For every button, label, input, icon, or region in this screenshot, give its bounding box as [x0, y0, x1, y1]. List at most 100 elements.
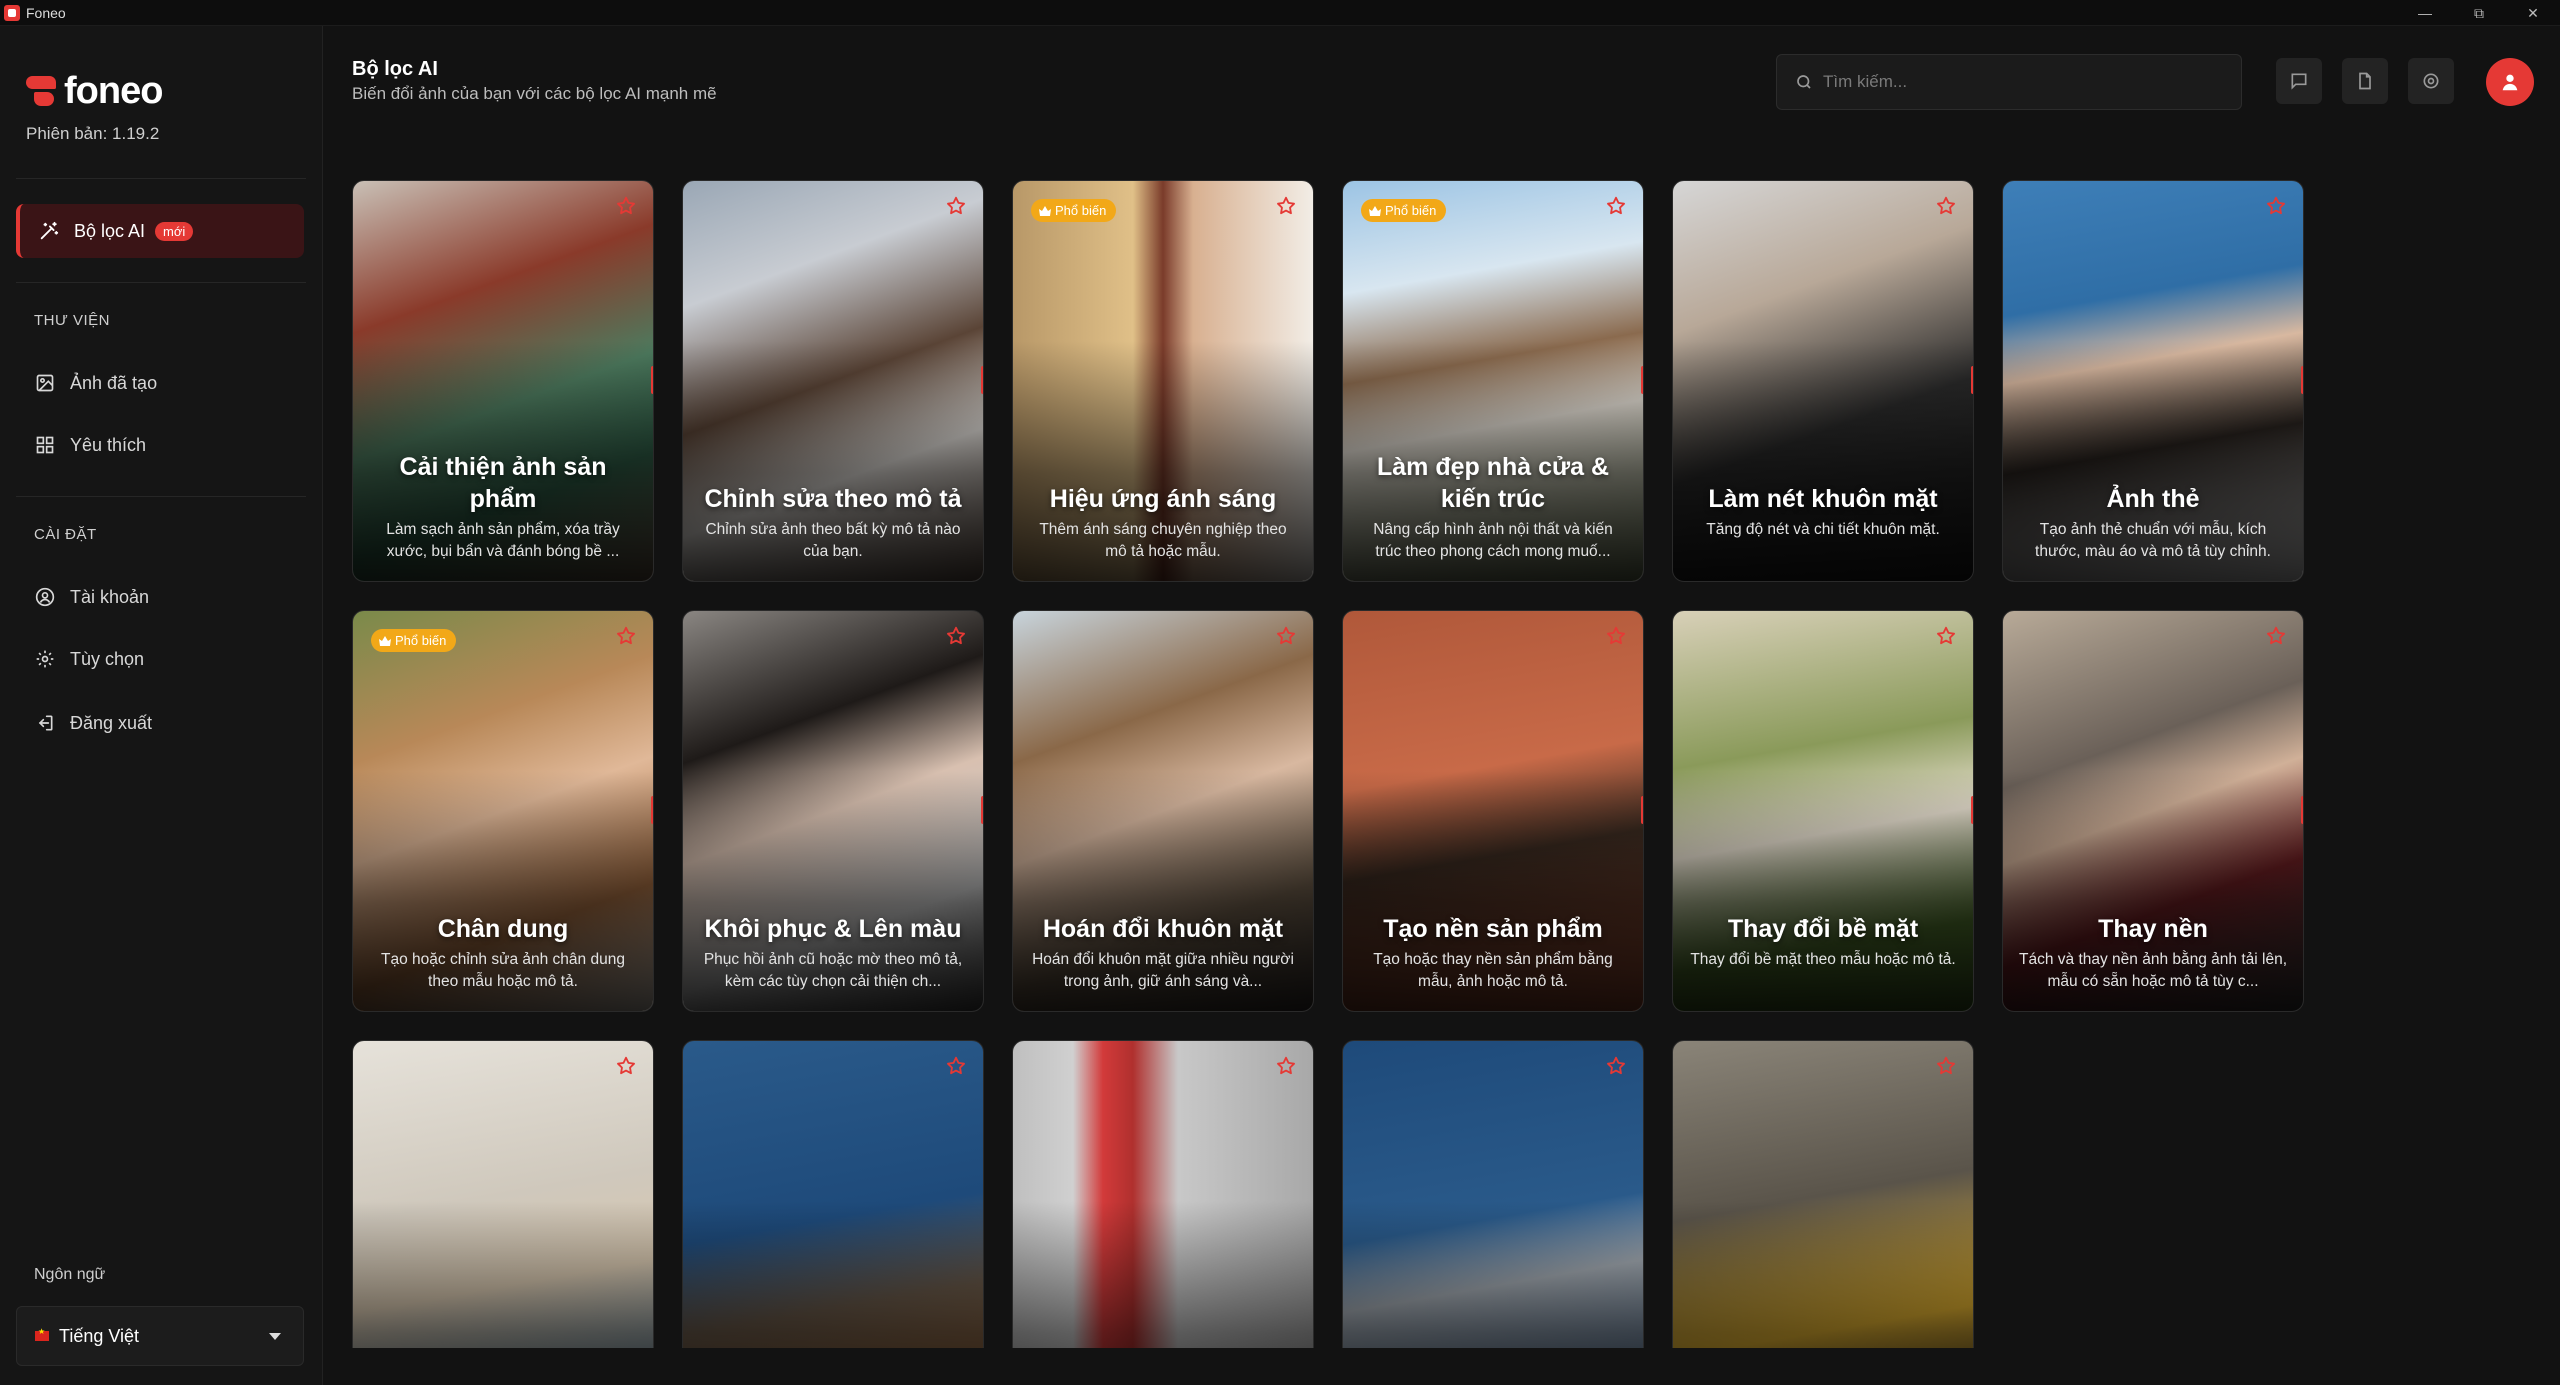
- filter-card[interactable]: Hoán đổi khuôn mặt Hoán đổi khuôn mặt giữ…: [1012, 610, 1314, 1012]
- popular-badge: Phổ biến: [1361, 199, 1447, 222]
- minimize-button[interactable]: —: [2398, 0, 2452, 26]
- sidebar-item-favorites[interactable]: Yêu thích: [34, 430, 146, 460]
- settings-button[interactable]: [2408, 58, 2454, 104]
- divider: [16, 496, 306, 497]
- page-subtitle: Biến đổi ảnh của bạn với các bộ lọc AI m…: [352, 84, 717, 103]
- card-edge-indicator: [981, 796, 983, 824]
- sidebar-item-logout[interactable]: Đăng xuất: [34, 708, 152, 738]
- popular-label: Phổ biến: [1055, 203, 1107, 218]
- language-select[interactable]: Tiếng Việt: [16, 1306, 304, 1366]
- restore-button[interactable]: ⧉: [2452, 0, 2506, 26]
- card-description: Phục hồi ảnh cũ hoặc mờ theo mô tả, kèm …: [703, 951, 963, 990]
- filter-card[interactable]: Tăng độ phân giải: [1012, 1040, 1314, 1348]
- sidebar-item-label: Tùy chọn: [70, 648, 145, 669]
- card-title: Cải thiện ảnh sản phẩm: [399, 453, 607, 513]
- title-bar: Foneo — ⧉ ✕: [0, 0, 2560, 26]
- filter-card[interactable]: Làm nét khuôn mặt Tăng độ nét và chi tiết…: [1672, 180, 1974, 582]
- card-overlay: [1673, 1201, 1973, 1348]
- card-description: Thay đổi bề mặt theo mẫu hoặc mô tả.: [1690, 951, 1956, 968]
- crown-icon: [1369, 205, 1381, 216]
- favorite-star-icon[interactable]: [615, 625, 637, 652]
- popular-badge: Phổ biến: [371, 629, 457, 652]
- card-overlay: [1013, 1201, 1313, 1348]
- card-description: Làm sạch ảnh sản phẩm, xóa trầy xước, bụ…: [386, 521, 620, 560]
- card-description: Thêm ánh sáng chuyên nghiệp theo mô tả h…: [1039, 521, 1287, 560]
- document-button[interactable]: [2342, 58, 2388, 104]
- filter-card[interactable]: Ảnh thẻ Tạo ảnh thẻ chuẩn với mẫu, kích t…: [2002, 180, 2304, 582]
- favorite-star-icon[interactable]: [1605, 1055, 1627, 1082]
- crown-icon: [1039, 205, 1051, 216]
- search-input[interactable]: [1823, 72, 2203, 92]
- settings-heading: CÀI ĐẶT: [34, 526, 97, 543]
- gear-icon: [2420, 70, 2442, 92]
- filter-card[interactable]: Chỉnh sửa theo mô tả Chỉnh sửa ảnh theo b…: [682, 180, 984, 582]
- favorite-star-icon[interactable]: [1935, 195, 1957, 222]
- filter-card[interactable]: Thay đổi bề mặt Thay đổi bề mặt theo mẫu …: [1672, 610, 1974, 1012]
- divider: [16, 282, 306, 283]
- sidebar-item-account[interactable]: Tài khoản: [34, 582, 149, 612]
- filter-card[interactable]: Phổ biến Hiệu ứng ánh sáng Thêm ánh sáng c…: [1012, 180, 1314, 582]
- filter-card[interactable]: Phổ biến Làm đẹp nhà cửa & kiến trúc Nâng …: [1342, 180, 1644, 582]
- filter-card[interactable]: Cải thiện ảnh sản phẩm Làm sạch ảnh sản p…: [352, 180, 654, 582]
- app-version: Phiên bản: 1.19.2: [26, 124, 160, 143]
- favorite-star-icon[interactable]: [1275, 1055, 1297, 1082]
- card-title: Thay đổi bề mặt: [1727, 915, 1919, 943]
- favorite-star-icon[interactable]: [945, 625, 967, 652]
- close-button[interactable]: ✕: [2506, 0, 2560, 26]
- favorite-star-icon[interactable]: [615, 195, 637, 222]
- message-button[interactable]: [2276, 58, 2322, 104]
- foneo-logo-icon: [24, 74, 60, 110]
- filter-card[interactable]: Thử trang phục: [352, 1040, 654, 1348]
- favorite-star-icon[interactable]: [2265, 625, 2287, 652]
- sidebar-item-ai-filters[interactable]: Bộ lọc AI mới: [16, 204, 304, 258]
- card-edge-indicator: [2301, 796, 2303, 824]
- user-avatar[interactable]: [2486, 58, 2534, 106]
- favorite-star-icon[interactable]: [945, 1055, 967, 1082]
- search-icon: [1793, 71, 1815, 93]
- brand-logo[interactable]: foneo: [24, 70, 163, 113]
- sidebar-item-options[interactable]: Tùy chọn: [34, 644, 144, 674]
- card-title: Làm nét khuôn mặt: [1708, 485, 1938, 513]
- card-edge-indicator: [2301, 366, 2303, 394]
- card-title: Chân dung: [437, 915, 569, 943]
- filter-card[interactable]: Thêm vật thể: [682, 1040, 984, 1348]
- card-title: Tạo nền sản phẩm: [1383, 915, 1603, 943]
- card-description: Nâng cấp hình ảnh nội thất và kiến trúc …: [1373, 521, 1613, 560]
- crown-icon: [379, 635, 391, 646]
- filter-card[interactable]: Xóa vật thể: [1672, 1040, 1974, 1348]
- filter-card[interactable]: Hiệu ứng thời tiết: [1342, 1040, 1644, 1348]
- favorite-star-icon[interactable]: [1605, 195, 1627, 222]
- card-description: Hoán đổi khuôn mặt giữa nhiều người tron…: [1032, 951, 1294, 990]
- sidebar-item-created-images[interactable]: Ảnh đã tạo: [34, 368, 157, 398]
- logout-icon: [34, 712, 56, 734]
- window-title: Foneo: [26, 4, 66, 21]
- card-overlay: [1343, 1201, 1643, 1348]
- language-value: Tiếng Việt: [59, 1325, 140, 1346]
- filter-card[interactable]: Thay nền Tách và thay nền ảnh bằng ảnh tả…: [2002, 610, 2304, 1012]
- favorite-star-icon[interactable]: [945, 195, 967, 222]
- popular-label: Phổ biến: [395, 633, 447, 648]
- filter-card[interactable]: Phổ biến Chân dung Tạo hoặc chỉnh sửa ảnh …: [352, 610, 654, 1012]
- favorite-star-icon[interactable]: [1275, 195, 1297, 222]
- search-box[interactable]: [1776, 54, 2242, 110]
- card-edge-indicator: [1971, 796, 1973, 824]
- sidebar-item-label: Ảnh đã tạo: [70, 372, 158, 393]
- document-icon: [2354, 70, 2376, 92]
- sidebar-item-label: Đăng xuất: [70, 712, 153, 733]
- filter-card[interactable]: Khôi phục & Lên màu Phục hồi ảnh cũ hoặc …: [682, 610, 984, 1012]
- favorite-star-icon[interactable]: [1605, 625, 1627, 652]
- favorite-star-icon[interactable]: [1935, 625, 1957, 652]
- divider: [16, 178, 306, 179]
- language-heading: Ngôn ngữ: [34, 1266, 106, 1283]
- card-title: Khôi phục & Lên màu: [704, 915, 962, 943]
- user-icon: [34, 586, 56, 608]
- card-description: Tạo hoặc thay nền sản phẩm bằng mẫu, ảnh…: [1373, 951, 1613, 990]
- favorite-star-icon[interactable]: [2265, 195, 2287, 222]
- brand-name: foneo: [64, 70, 163, 112]
- filter-card[interactable]: Tạo nền sản phẩm Tạo hoặc thay nền sản ph…: [1342, 610, 1644, 1012]
- favorite-star-icon[interactable]: [1275, 625, 1297, 652]
- card-edge-indicator: [1641, 366, 1643, 394]
- favorite-star-icon[interactable]: [1935, 1055, 1957, 1082]
- card-description: Tạo ảnh thẻ chuẩn với mẫu, kích thước, m…: [2035, 521, 2271, 560]
- favorite-star-icon[interactable]: [615, 1055, 637, 1082]
